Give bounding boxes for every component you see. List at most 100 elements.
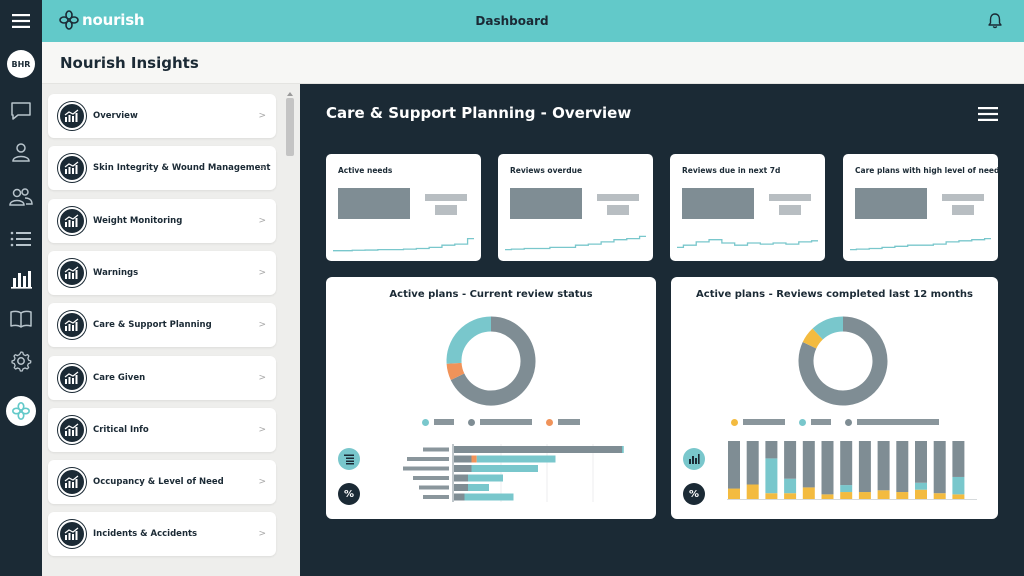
toggle-bar-chart-button[interactable] [683,448,705,470]
trend-chart-icon [64,318,79,332]
nav-item[interactable]: Incidents & Accidents > [48,512,276,557]
nav-item[interactable]: Weight Monitoring > [48,198,276,243]
kpi-high-level-of-need[interactable]: Care plans with high level of need [843,154,999,261]
toggle-breakdown-button[interactable] [338,448,360,470]
bar-segment [784,493,797,499]
kpi-reviews-overdue[interactable]: Reviews overdue [498,154,653,261]
chat-icon [11,102,31,120]
bar-chart-icon [11,271,32,289]
dashboard-menu-button[interactable] [978,106,998,122]
nav-item[interactable]: Occupancy & Level of Need > [48,460,276,505]
nav-item-label: Critical Info [93,424,149,435]
bar-segment [877,490,890,499]
nav-item-icon-badge [58,154,86,183]
kpi-value-placeholder [682,188,754,219]
dashboard-title: Care & Support Planning - Overview [326,104,632,122]
nav-item-icon-badge [58,520,86,549]
nav-item[interactable]: Critical Info > [48,407,276,452]
trend-chart-icon [64,161,79,175]
bar-segment [915,482,927,490]
nav-scrollbar[interactable] [285,90,295,576]
scroll-thumb[interactable] [286,98,294,156]
nav-item-label: Overview [93,111,138,121]
rail-profile-button[interactable] [8,139,34,165]
bar-segment [728,488,740,499]
nav-item-label: Incidents & Accidents [93,529,198,540]
bar-segment [476,455,556,463]
reviews-completed-donut[interactable] [797,315,889,407]
rail-nourish-button[interactable] [6,396,36,426]
toggle-percent-button[interactable]: % [338,483,360,505]
insights-nav-panel: Overview > Skin Integrity & Wound Manageme… [42,84,300,576]
legend-item[interactable] [546,418,580,426]
toggle-percent-button[interactable]: % [683,483,705,505]
rail-messages-button[interactable] [8,98,34,124]
legend-item[interactable] [731,418,785,426]
flower-logo-icon [12,402,30,420]
legend-label-placeholder [743,419,785,425]
kpi-sub-placeholder [779,205,801,215]
nav-item[interactable]: Care Given > [48,355,276,400]
rail-insights-button[interactable] [8,266,34,292]
rail-list-button[interactable] [8,226,34,252]
bar-segment [454,455,472,463]
rail-settings-button[interactable] [8,348,34,374]
nav-item[interactable]: Skin Integrity & Wound Management > [48,146,276,191]
logo-text: nourish [82,11,145,29]
category-label-placeholder [419,485,449,490]
card-current-review-status: Active plans - Current review status % [326,277,656,519]
bar-segment [765,441,778,459]
chevron-right-icon: > [258,477,266,488]
nourish-logo[interactable]: nourish [58,9,145,31]
review-status-donut[interactable] [445,315,537,407]
nav-item-icon-badge [58,102,86,130]
trend-chart-icon [64,109,79,122]
bar-segment [784,441,797,479]
kpi-value-placeholder [338,188,410,219]
user-avatar[interactable]: BHR [7,50,35,78]
people-icon [9,188,33,206]
legend-item[interactable] [799,418,831,426]
nav-item[interactable]: Warnings > [48,250,276,295]
kpi-reviews-due-7d[interactable]: Reviews due in next 7d [670,154,825,261]
bar-segment [468,474,503,482]
kpi-label: Reviews due in next 7d [682,166,781,175]
kpi-active-needs[interactable]: Active needs [326,154,481,261]
legend-item[interactable] [845,418,939,426]
kpi-sparkline [505,235,646,251]
donut-slice [802,328,824,349]
bar-segment [746,441,759,485]
trend-chart-icon [64,371,79,384]
kpi-sub-placeholder [425,194,467,201]
notifications-button[interactable] [986,12,1004,30]
legend-label-placeholder [558,419,580,425]
chevron-right-icon: > [258,163,266,174]
bar-segment [746,484,759,499]
rail-library-button[interactable] [8,306,34,332]
nav-item-icon-badge [58,258,86,287]
scroll-up-arrow-icon[interactable] [287,92,293,96]
bar-segment [468,484,489,491]
card-title: Active plans - Current review status [389,289,593,300]
reviews-completed-monthly-chart [727,441,977,500]
nav-item[interactable]: Care & Support Planning > [48,303,276,348]
top-bar: nourish Dashboard [0,0,1024,42]
kpi-sparkline [333,237,474,252]
bar-segment [454,493,465,501]
kpi-sub-placeholder [607,205,629,215]
hamburger-icon [978,107,998,121]
nav-item[interactable]: Overview > [48,94,276,138]
legend-item[interactable] [468,418,532,426]
bar-segment [840,441,853,486]
sparkline-path [677,239,818,249]
bar-segment [784,478,797,494]
legend-item[interactable] [422,418,454,426]
nav-item-label: Care Given [93,372,146,383]
bar-segment [821,494,834,499]
book-icon [10,310,32,328]
hamburger-menu-button[interactable] [0,0,42,42]
bar-segment [464,493,514,501]
rail-residents-button[interactable] [8,184,34,210]
nav-item-label: Occupancy & Level of Need [93,477,224,488]
bar-segment [471,465,538,472]
